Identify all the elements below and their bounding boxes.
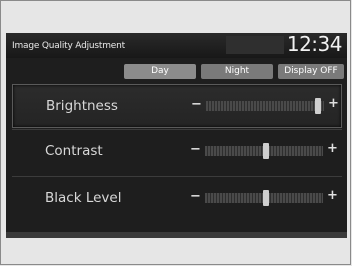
brightness-slider[interactable] (206, 98, 324, 114)
tab-night[interactable]: Night (201, 64, 273, 79)
decrease-button[interactable]: − (190, 189, 201, 204)
slider-thumb[interactable] (263, 143, 269, 159)
increase-button[interactable]: + (327, 188, 338, 203)
slider-thumb[interactable] (315, 98, 321, 114)
increase-button[interactable]: + (328, 96, 339, 111)
page-frame: Image Quality Adjustment 12:34 Day Night… (0, 0, 351, 265)
header-bar: Image Quality Adjustment 12:34 (6, 33, 347, 58)
setting-row-contrast[interactable]: Contrast − + (12, 130, 342, 174)
black-level-slider[interactable] (205, 190, 323, 206)
status-area (226, 36, 284, 54)
contrast-slider[interactable] (205, 143, 323, 159)
decrease-button[interactable]: − (191, 97, 202, 112)
setting-row-brightness[interactable]: Brightness − + (12, 84, 342, 128)
tab-display-off[interactable]: Display OFF (278, 64, 344, 79)
setting-label: Black Level (45, 190, 122, 206)
bottom-bar (6, 232, 347, 238)
setting-label: Contrast (45, 143, 103, 159)
slider-thumb[interactable] (263, 190, 269, 206)
setting-label: Brightness (46, 98, 118, 114)
decrease-button[interactable]: − (190, 142, 201, 157)
clock: 12:34 (286, 33, 343, 56)
setting-row-black-level[interactable]: Black Level − + (12, 177, 342, 221)
page-title: Image Quality Adjustment (12, 41, 125, 51)
display-screen: Image Quality Adjustment 12:34 Day Night… (6, 33, 347, 238)
tab-day[interactable]: Day (124, 64, 196, 79)
increase-button[interactable]: + (327, 141, 338, 156)
